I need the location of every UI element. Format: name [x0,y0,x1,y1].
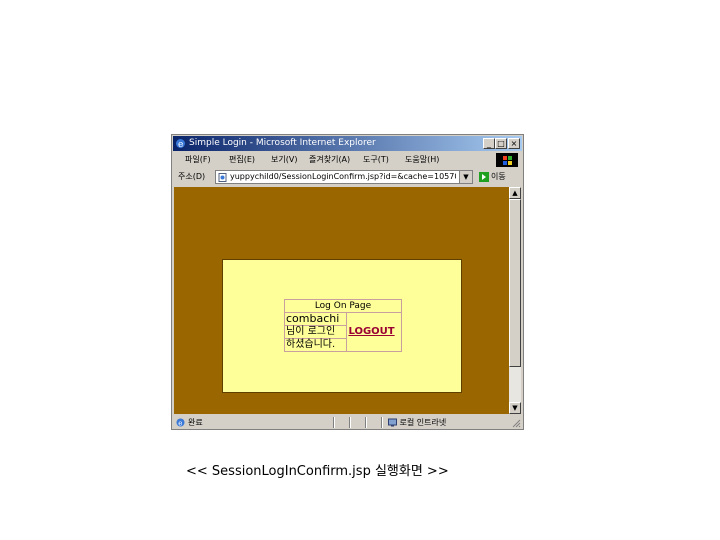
title-bar[interactable]: e Simple Login - Microsoft Internet Expl… [173,136,522,151]
menu-edit[interactable]: 편집(E) [229,152,255,168]
intranet-zone-icon [388,418,397,427]
address-dropdown-button[interactable]: ▼ [459,171,472,183]
menu-bar: 파일(F) 편집(E) 보기(V) 즐겨찾기(A) 도구(T) 도움말(H) [173,152,522,168]
login-table: Log On Page combachi LOGOUT 님이 로그인 하셨습니다… [283,299,402,352]
menu-view[interactable]: 보기(V) [271,152,297,168]
content-panel: Log On Page combachi LOGOUT 님이 로그인 하셨습니다… [222,259,462,393]
login-message-line1: 님이 로그인 [283,325,348,339]
username: combachi [283,312,348,326]
ie-icon: e [176,139,185,149]
status-divider [349,417,351,428]
minimize-button[interactable]: _ [483,138,495,149]
svg-text:e: e [178,420,182,428]
status-divider [365,417,367,428]
scroll-down-button[interactable]: ▼ [509,402,521,414]
menu-tools[interactable]: 도구(T) [363,152,389,168]
figure-caption: << SessionLogInConfirm.jsp 실행화면 >> [186,464,449,479]
status-bar: e 완료 로컬 인트라넷 [173,416,522,429]
menu-help[interactable]: 도움말(H) [405,152,439,168]
svg-text:e: e [178,140,183,149]
vertical-scrollbar[interactable]: ▲ ▼ [509,187,521,414]
resize-grip-icon[interactable] [511,418,521,428]
browser-window: e Simple Login - Microsoft Internet Expl… [171,134,524,430]
status-divider [333,417,335,428]
login-message-line2: 하셨습니다. [283,338,348,352]
address-url: yuppychild0/SessionLoginConfirm.jsp?id=&… [230,172,456,181]
scroll-up-button[interactable]: ▲ [509,187,521,199]
go-button[interactable]: 이동 [491,169,506,185]
status-text: 완료 [188,418,203,427]
scroll-thumb[interactable] [509,199,521,367]
status-page-icon: e [176,418,185,427]
window-title: Simple Login - Microsoft Internet Explor… [189,138,376,148]
zone-label: 로컬 인트라넷 [399,418,447,427]
menu-file[interactable]: 파일(F) [185,152,211,168]
login-table-header: Log On Page [284,299,402,313]
go-arrow-icon[interactable] [479,172,489,182]
logout-link[interactable]: LOGOUT [348,326,394,337]
windows-logo-icon [496,153,518,167]
page-icon [218,173,227,182]
menu-favorites[interactable]: 즐겨찾기(A) [309,152,350,168]
maximize-button[interactable]: □ [495,138,507,149]
security-zone: 로컬 인트라넷 [388,416,446,429]
close-button[interactable]: × [508,138,520,149]
page-content: Log On Page combachi LOGOUT 님이 로그인 하셨습니다… [174,187,509,414]
address-label: 주소(D) [178,172,206,181]
address-input[interactable]: yuppychild0/SessionLoginConfirm.jsp?id=&… [215,170,473,184]
logout-cell: LOGOUT [346,312,402,352]
status-divider [381,417,383,428]
address-bar: 주소(D) yuppychild0/SessionLoginConfirm.js… [173,169,522,185]
